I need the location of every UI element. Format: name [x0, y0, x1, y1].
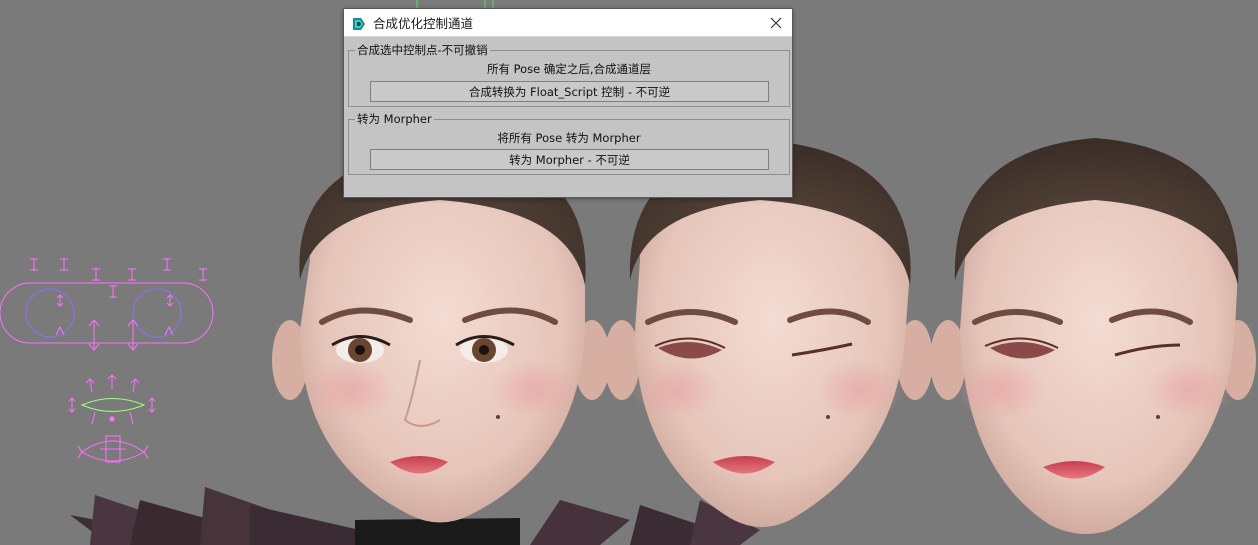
group-legend: 转为 Morpher [355, 112, 434, 126]
group-merge-controls: 合成选中控制点-不可撤销 所有 Pose 确定之后,合成通道层 合成转换为 Fl… [348, 43, 790, 107]
group-legend: 合成选中控制点-不可撤销 [355, 43, 490, 57]
convert-to-morpher-button[interactable]: 转为 Morpher - 不可逆 [370, 149, 769, 170]
close-button[interactable] [766, 13, 786, 33]
dialog-title: 合成优化控制通道 [373, 16, 474, 31]
group-to-morpher: 转为 Morpher 将所有 Pose 转为 Morpher 转为 Morphe… [348, 112, 790, 175]
dialog-titlebar[interactable]: 合成优化控制通道 [344, 9, 792, 37]
head-left-blink-alt[interactable] [930, 138, 1256, 534]
convert-float-script-button[interactable]: 合成转换为 Float_Script 控制 - 不可逆 [370, 81, 769, 102]
head-neutral[interactable] [272, 145, 610, 523]
head-left-blink[interactable] [604, 140, 933, 528]
close-icon [770, 17, 782, 29]
3ds-max-icon [352, 16, 366, 30]
optimize-channels-dialog[interactable]: 合成优化控制通道 合成选中控制点-不可撤销 所有 Pose 确定之后,合成通道层… [343, 8, 793, 198]
group-description: 将所有 Pose 转为 Morpher [497, 131, 641, 145]
face-rig-controls[interactable] [0, 258, 214, 463]
group-description: 所有 Pose 确定之后,合成通道层 [486, 62, 652, 76]
